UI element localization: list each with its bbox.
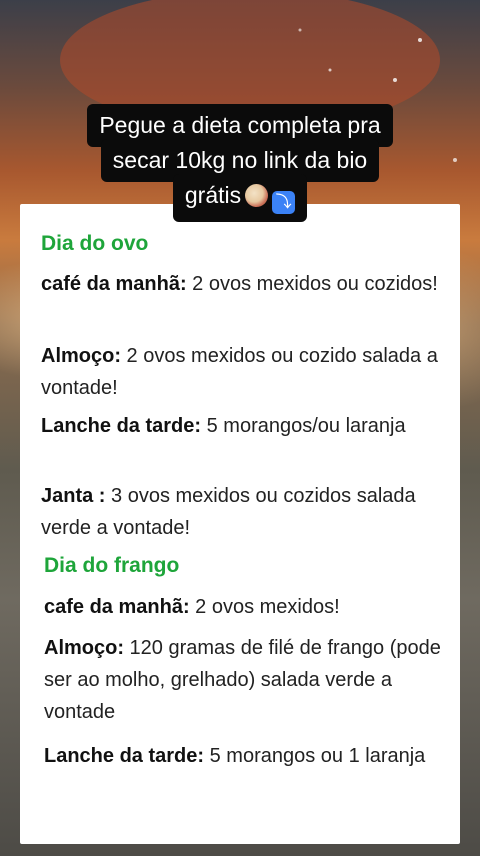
item-text: 2 ovos mexidos! [189,596,340,618]
list-item: Almoço: 2 ovos mexidos ou cozido salada … [41,340,451,404]
section-title-ovo: Dia do ovo [41,232,149,255]
list-item: cafe da manhã: 2 ovos mexidos! [44,591,454,623]
item-label: café da manhã: [41,273,187,295]
item-text: 5 morangos/ou laranja [201,415,406,437]
item-label: Almoço: [44,637,124,659]
diet-card: Dia do ovo café da manhã: 2 ovos mexidos… [20,204,460,844]
list-item: café da manhã: 2 ovos mexidos ou cozidos… [41,268,451,300]
item-text: 2 ovos mexidos ou cozidos! [186,273,438,295]
list-item: Lanche da tarde: 5 morangos/ou laranja [41,410,451,442]
down-arrow-emoji-icon: ⤵ [272,191,296,214]
item-label: Lanche da tarde: [41,415,202,437]
item-label: cafe da manhã: [44,596,190,618]
video-caption: Pegue a dieta completa pra secar 10kg no… [0,104,480,222]
caption-line-3-text: grátis [184,182,242,208]
caption-line-3: grátis ⤵ [172,174,308,222]
item-label: Lanche da tarde: [44,745,205,767]
item-label: Almoço: [41,345,121,367]
salad-emoji-icon [245,184,269,207]
list-item: Almoço: 120 gramas de filé de frango (po… [44,632,454,728]
list-item: Janta : 3 ovos mexidos ou cozidos salada… [41,480,451,544]
section-title-frango: Dia do frango [44,554,180,577]
list-item: Lanche da tarde: 5 morangos ou 1 laranja [44,740,454,772]
item-label: Janta : [41,485,106,507]
item-text: 5 morangos ou 1 laranja [204,745,426,767]
